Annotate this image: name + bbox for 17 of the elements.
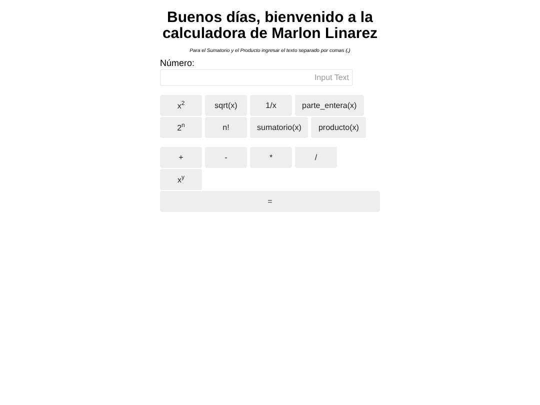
operation-button[interactable]: 2$^{n}$	[160, 117, 202, 138]
number-input-field[interactable]: Input Text	[160, 69, 353, 86]
operation-button[interactable]: -	[205, 147, 247, 168]
operation-button[interactable]: producto(x)	[311, 117, 366, 138]
operation-button[interactable]: /	[295, 147, 337, 168]
operation-button[interactable]: 1/x	[250, 95, 292, 116]
field-label: Número:	[160, 58, 196, 69]
page-title: Buenos días, bienvenido a la calculadora de Marlon Linarez	[161, 10, 379, 42]
operation-button[interactable]: x$^{y}$	[160, 169, 202, 190]
operation-button[interactable]: sqrt(x)	[205, 95, 247, 116]
operation-button[interactable]: parte_entera(x)	[295, 95, 364, 116]
equals-button[interactable]: =	[160, 191, 380, 212]
operation-button[interactable]: *	[250, 147, 292, 168]
operation-button[interactable]: x$^{2}$	[160, 95, 202, 116]
operation-button[interactable]: n!	[205, 117, 247, 138]
operation-button[interactable]: +	[160, 147, 202, 168]
operation-button[interactable]: sumatorio(x)	[250, 117, 308, 138]
